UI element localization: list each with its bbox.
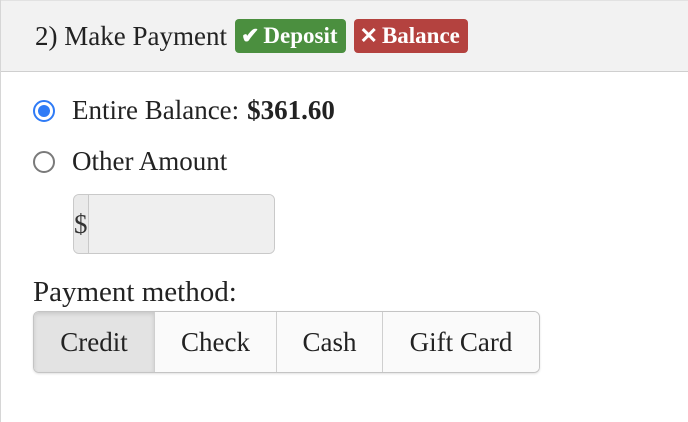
x-icon: ✕ [359,23,378,48]
balance-badge-label: Balance [381,23,460,48]
make-payment-panel: 2) Make Payment ✔ Deposit ✕ Balance Enti… [0,0,688,422]
balance-badge: ✕ Balance [353,19,468,53]
cash-button[interactable]: Cash [277,312,383,372]
other-amount-label: Other Amount [72,146,228,176]
entire-balance-label: Entire Balance: [72,95,240,125]
currency-addon: $ [74,195,89,253]
entire-balance-option[interactable]: Entire Balance: $361.60 [33,95,335,126]
entire-balance-amount: $361.60 [247,95,335,125]
section-header: 2) Make Payment ✔ Deposit ✕ Balance [1,0,688,72]
deposit-badge: ✔ Deposit [234,19,346,53]
gift-card-button[interactable]: Gift Card [383,312,539,372]
entire-balance-radio[interactable] [33,99,55,122]
payment-method-label: Payment method: [33,276,237,308]
payment-method-button-group: Credit Check Cash Gift Card [33,311,540,373]
credit-button[interactable]: Credit [34,312,155,372]
check-button[interactable]: Check [155,312,277,372]
other-amount-input-group: $ [73,194,275,254]
check-icon: ✔ [240,23,260,48]
section-title: 2) Make Payment [35,20,227,51]
other-amount-option[interactable]: Other Amount [33,146,227,177]
deposit-badge-label: Deposit [263,23,338,48]
other-amount-radio[interactable] [33,150,55,173]
other-amount-input[interactable] [88,195,274,253]
